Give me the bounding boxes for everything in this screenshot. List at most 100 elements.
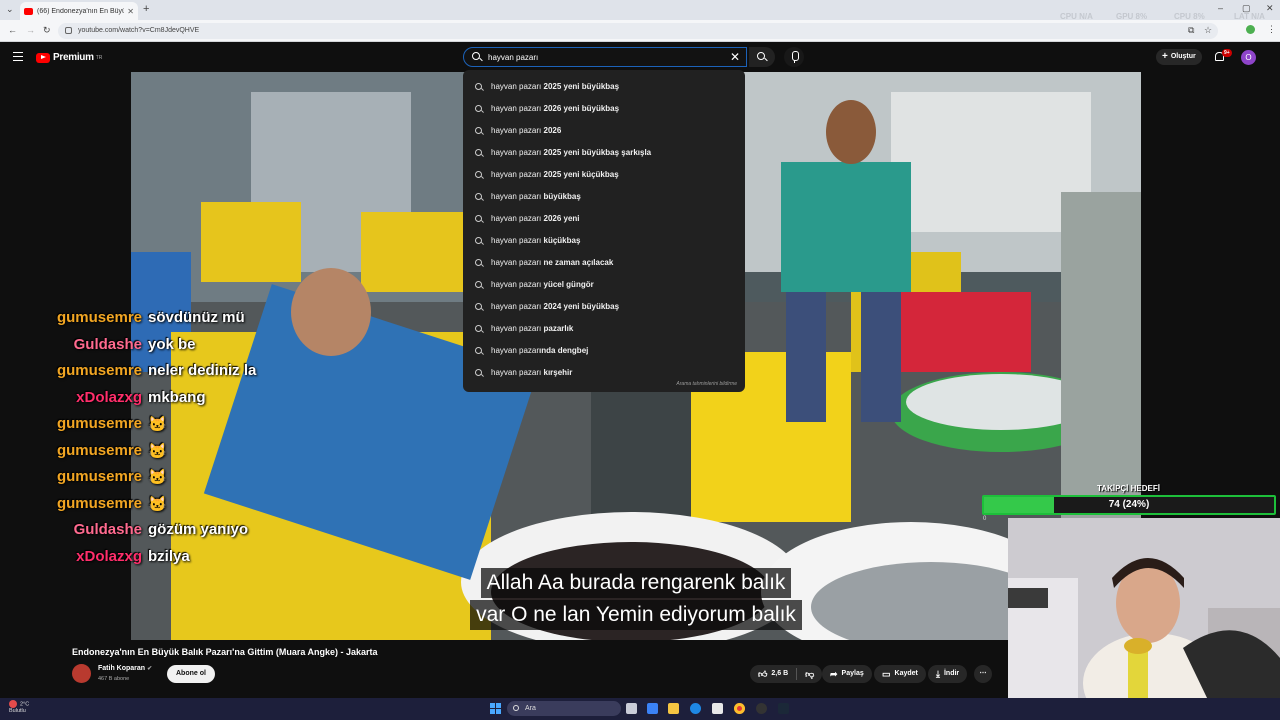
- share-icon: ➦: [830, 669, 838, 679]
- suggestion-completion: ne zaman açılacak: [541, 257, 614, 267]
- minimize-icon[interactable]: –: [1218, 3, 1223, 13]
- streamer-webcam: [1008, 518, 1280, 700]
- youtube-header: Premium TR ✕ + Oluştur 9+ O: [0, 42, 1280, 72]
- weather-temp: 2°C: [20, 701, 30, 708]
- download-button[interactable]: ⤓ İndir: [928, 665, 968, 683]
- logo-country: TR: [95, 54, 103, 61]
- suggestion-search-icon: [475, 236, 482, 244]
- weather-icon: [9, 700, 17, 708]
- hamburger-menu-icon[interactable]: [13, 52, 23, 61]
- url-field[interactable]: youtube.com/watch?v=Cm8JdevQHVE: [58, 23, 1218, 39]
- like-divider: [796, 668, 798, 680]
- create-label: Oluştur: [1170, 53, 1196, 60]
- weather-widget[interactable]: 2°C Bulutlu: [9, 700, 29, 715]
- share-button[interactable]: ➦ Paylaş: [822, 665, 872, 683]
- maximize-icon[interactable]: ▢: [1242, 3, 1251, 14]
- clear-search-icon[interactable]: ✕: [730, 50, 740, 64]
- suggestion-search-icon: [475, 302, 482, 310]
- suggestion-completion: 2025 yeni büyükbaş: [541, 81, 620, 91]
- suggestion-item[interactable]: hayvan pazar ında dengbej: [463, 339, 745, 361]
- suggestion-search-icon: [475, 324, 482, 332]
- suggestion-item[interactable]: hayvan pazarı ne zaman açılacak: [463, 251, 745, 273]
- suggestion-item[interactable]: hayvan pazarı pazarlık: [463, 317, 745, 339]
- file-explorer-icon[interactable]: [668, 703, 679, 714]
- chat-message: gumusemre sövdünüz mü: [0, 309, 245, 329]
- chat-text: yok be: [148, 335, 196, 353]
- create-button[interactable]: + Oluştur: [1156, 49, 1202, 65]
- tab-list-icon[interactable]: ⌄: [6, 4, 14, 15]
- search-suggestions-dropdown: hayvan pazarı 2025 yeni büyükbaş hayvan p…: [463, 70, 745, 392]
- suggestion-item[interactable]: hayvan pazarı yücel güngör: [463, 273, 745, 295]
- reload-icon[interactable]: ↻: [43, 25, 51, 36]
- chat-username: gumusemre: [56, 415, 142, 432]
- profile-icon[interactable]: [1246, 25, 1255, 34]
- suggestion-item[interactable]: hayvan pazarı 2025 yeni büyükbaş şarkışl…: [463, 141, 745, 163]
- dislike-icon[interactable]: 👎︎: [805, 665, 814, 683]
- suggestion-item[interactable]: hayvan pazarı 2025 yeni küçükbaş: [463, 163, 745, 185]
- close-window-icon[interactable]: ✕: [1266, 3, 1274, 14]
- voice-search-icon[interactable]: [784, 47, 804, 67]
- browser-tab[interactable]: (66) Endonezya'nın En Büyük B... ✕: [20, 2, 138, 20]
- bookmark-star-icon[interactable]: ☆: [1204, 25, 1212, 36]
- browser-menu-icon[interactable]: ⋮: [1267, 24, 1276, 35]
- suggestion-item[interactable]: hayvan pazarı 2025 yeni büyükbaş: [463, 75, 745, 97]
- save-button[interactable]: ▭ Kaydet: [874, 665, 926, 683]
- chat-username: Guldashe: [73, 521, 142, 538]
- suggestion-completion: küçükbaş: [541, 235, 581, 245]
- webcam-image: [1008, 518, 1280, 700]
- url-text: youtube.com/watch?v=Cm8JdevQHVE: [78, 27, 200, 34]
- tab-close-icon[interactable]: ✕: [127, 7, 134, 16]
- suggestion-item[interactable]: hayvan pazarı 2026 yeni büyükbaş: [463, 97, 745, 119]
- suggestion-item[interactable]: hayvan pazarı 2026: [463, 119, 745, 141]
- forward-icon[interactable]: →: [26, 25, 35, 35]
- suggestion-search-icon: [475, 368, 482, 376]
- store-icon[interactable]: [712, 703, 723, 714]
- search-box[interactable]: ✕: [463, 47, 747, 67]
- obs-icon[interactable]: [756, 703, 767, 714]
- more-actions-button[interactable]: ⋯: [974, 665, 992, 683]
- suggestion-item[interactable]: hayvan pazarı 2026 yeni: [463, 207, 745, 229]
- account-avatar[interactable]: O: [1241, 50, 1256, 65]
- address-bar: ← → ↻ youtube.com/watch?v=Cm8JdevQHVE ⧉ …: [0, 20, 1280, 42]
- channel-name-text: Fatih Koparan: [98, 665, 146, 672]
- steam-icon[interactable]: [778, 703, 789, 714]
- like-count[interactable]: 2,6 B: [771, 665, 788, 683]
- suggestion-query: hayvan pazarı: [491, 125, 542, 135]
- suggestion-item[interactable]: hayvan pazarı kırşehir: [463, 361, 745, 383]
- copilot-icon[interactable]: [647, 703, 658, 714]
- chat-username: xDolazxg: [76, 547, 142, 565]
- suggestion-completion: 2025 yeni büyükbaş şarkışla: [541, 147, 652, 157]
- subscribe-button[interactable]: Abone ol: [167, 665, 215, 683]
- chat-username: gumusemre: [56, 309, 142, 326]
- new-tab-icon[interactable]: +: [143, 3, 149, 15]
- suggestion-query: hayvan pazarı: [491, 301, 542, 311]
- suggestion-item[interactable]: hayvan pazarı büyükbaş: [463, 185, 745, 207]
- suggestion-completion: 2026: [541, 125, 562, 135]
- report-predictions-link[interactable]: Arama tahminlerini bildirme: [676, 381, 737, 387]
- search-button[interactable]: [749, 47, 775, 67]
- chrome-icon[interactable]: [734, 703, 745, 714]
- back-icon[interactable]: ←: [8, 25, 17, 35]
- suggestion-item[interactable]: hayvan pazarı küçükbaş: [463, 229, 745, 251]
- suggestion-item[interactable]: hayvan pazarı 2024 yeni büyükbaş: [463, 295, 745, 317]
- task-view-icon[interactable]: [626, 703, 637, 714]
- like-icon[interactable]: 👍︎: [758, 665, 767, 683]
- suggestion-search-icon: [475, 280, 482, 288]
- suggestion-query: hayvan pazarı: [491, 279, 542, 289]
- suggestion-query: hayvan pazarı: [491, 367, 542, 377]
- suggestion-search-icon: [475, 126, 482, 134]
- search-input[interactable]: [488, 50, 728, 64]
- channel-name[interactable]: Fatih Koparan ✔: [98, 665, 152, 672]
- install-icon[interactable]: ⧉: [1188, 25, 1194, 36]
- suggestion-search-icon: [475, 104, 482, 112]
- windows-start-icon[interactable]: [490, 703, 501, 714]
- channel-avatar[interactable]: [72, 664, 91, 683]
- chat-username: gumusemre: [56, 468, 142, 485]
- edge-icon[interactable]: [690, 703, 701, 714]
- youtube-premium-logo[interactable]: Premium TR: [36, 52, 102, 63]
- suggestion-completion: ında dengbej: [539, 345, 589, 355]
- site-info-icon[interactable]: [65, 27, 72, 34]
- suggestion-search-icon: [475, 148, 482, 156]
- tab-title: (66) Endonezya'nın En Büyük B...: [37, 7, 125, 15]
- taskbar-search[interactable]: Ara: [507, 701, 621, 716]
